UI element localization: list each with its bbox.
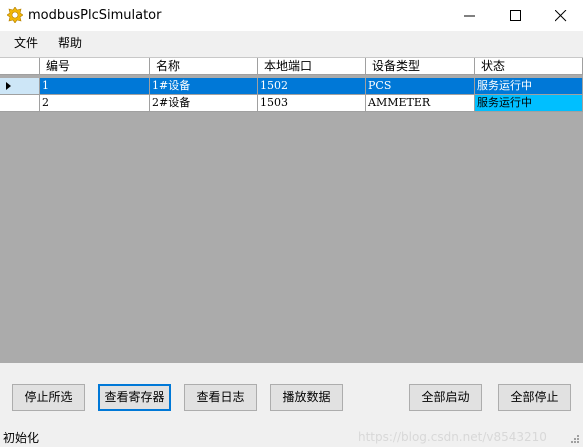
play-data-button[interactable]: 播放数据 — [270, 384, 343, 411]
close-icon — [555, 10, 567, 22]
menu-file[interactable]: 文件 — [14, 36, 38, 51]
status-bar: 初始化 https://blog.csdn.net/v8543210 — [0, 428, 583, 447]
watermark-text: https://blog.csdn.net/v8543210 — [358, 430, 547, 444]
grid-header-row: 编号 名称 本地端口 设备类型 状态 — [0, 58, 583, 75]
cell-name[interactable]: 1#设备 — [150, 78, 258, 95]
device-grid[interactable]: 编号 名称 本地端口 设备类型 状态 1 1#设备 1502 PCS 服务运行中… — [0, 57, 583, 363]
cell-status[interactable]: 服务运行中 — [475, 78, 583, 95]
cell-id[interactable]: 2 — [40, 95, 150, 112]
resize-grip-icon[interactable] — [570, 434, 580, 444]
menu-help[interactable]: 帮助 — [58, 36, 82, 51]
row-header[interactable] — [0, 95, 40, 112]
maximize-button[interactable] — [493, 0, 539, 31]
column-header-name[interactable]: 名称 — [150, 58, 258, 75]
stop-all-button[interactable]: 全部停止 — [498, 384, 571, 411]
minimize-icon — [464, 15, 475, 17]
row-header[interactable] — [0, 78, 40, 95]
title-bar: modbusPlcSimulator — [0, 0, 583, 31]
cell-type[interactable]: AMMETER — [366, 95, 475, 112]
menu-bar: 文件 帮助 — [0, 31, 583, 56]
view-registers-button[interactable]: 查看寄存器 — [98, 384, 171, 411]
close-button[interactable] — [538, 0, 583, 31]
window-title: modbusPlcSimulator — [28, 8, 162, 23]
current-row-icon — [6, 82, 11, 90]
column-header-port[interactable]: 本地端口 — [258, 58, 366, 75]
column-header-type[interactable]: 设备类型 — [366, 58, 475, 75]
gear-icon — [6, 6, 24, 24]
status-text: 初始化 — [3, 431, 40, 445]
start-all-button[interactable]: 全部启动 — [409, 384, 482, 411]
cell-port[interactable]: 1503 — [258, 95, 366, 112]
app-window: modbusPlcSimulator 文件 帮助 编号 名称 本地端口 设备类型… — [0, 0, 583, 447]
cell-id[interactable]: 1 — [40, 78, 150, 95]
grid-corner-header[interactable] — [0, 58, 40, 75]
table-row[interactable]: 1 1#设备 1502 PCS 服务运行中 — [0, 78, 583, 95]
maximize-icon — [510, 10, 521, 21]
cell-type[interactable]: PCS — [366, 78, 475, 95]
cell-port[interactable]: 1502 — [258, 78, 366, 95]
cell-name[interactable]: 2#设备 — [150, 95, 258, 112]
view-log-button[interactable]: 查看日志 — [184, 384, 257, 411]
column-header-id[interactable]: 编号 — [40, 58, 150, 75]
column-header-status[interactable]: 状态 — [475, 58, 583, 75]
table-row[interactable]: 2 2#设备 1503 AMMETER 服务运行中 — [0, 95, 583, 112]
cell-status[interactable]: 服务运行中 — [475, 95, 583, 112]
stop-selected-button[interactable]: 停止所选 — [12, 384, 85, 411]
minimize-button[interactable] — [447, 0, 493, 31]
